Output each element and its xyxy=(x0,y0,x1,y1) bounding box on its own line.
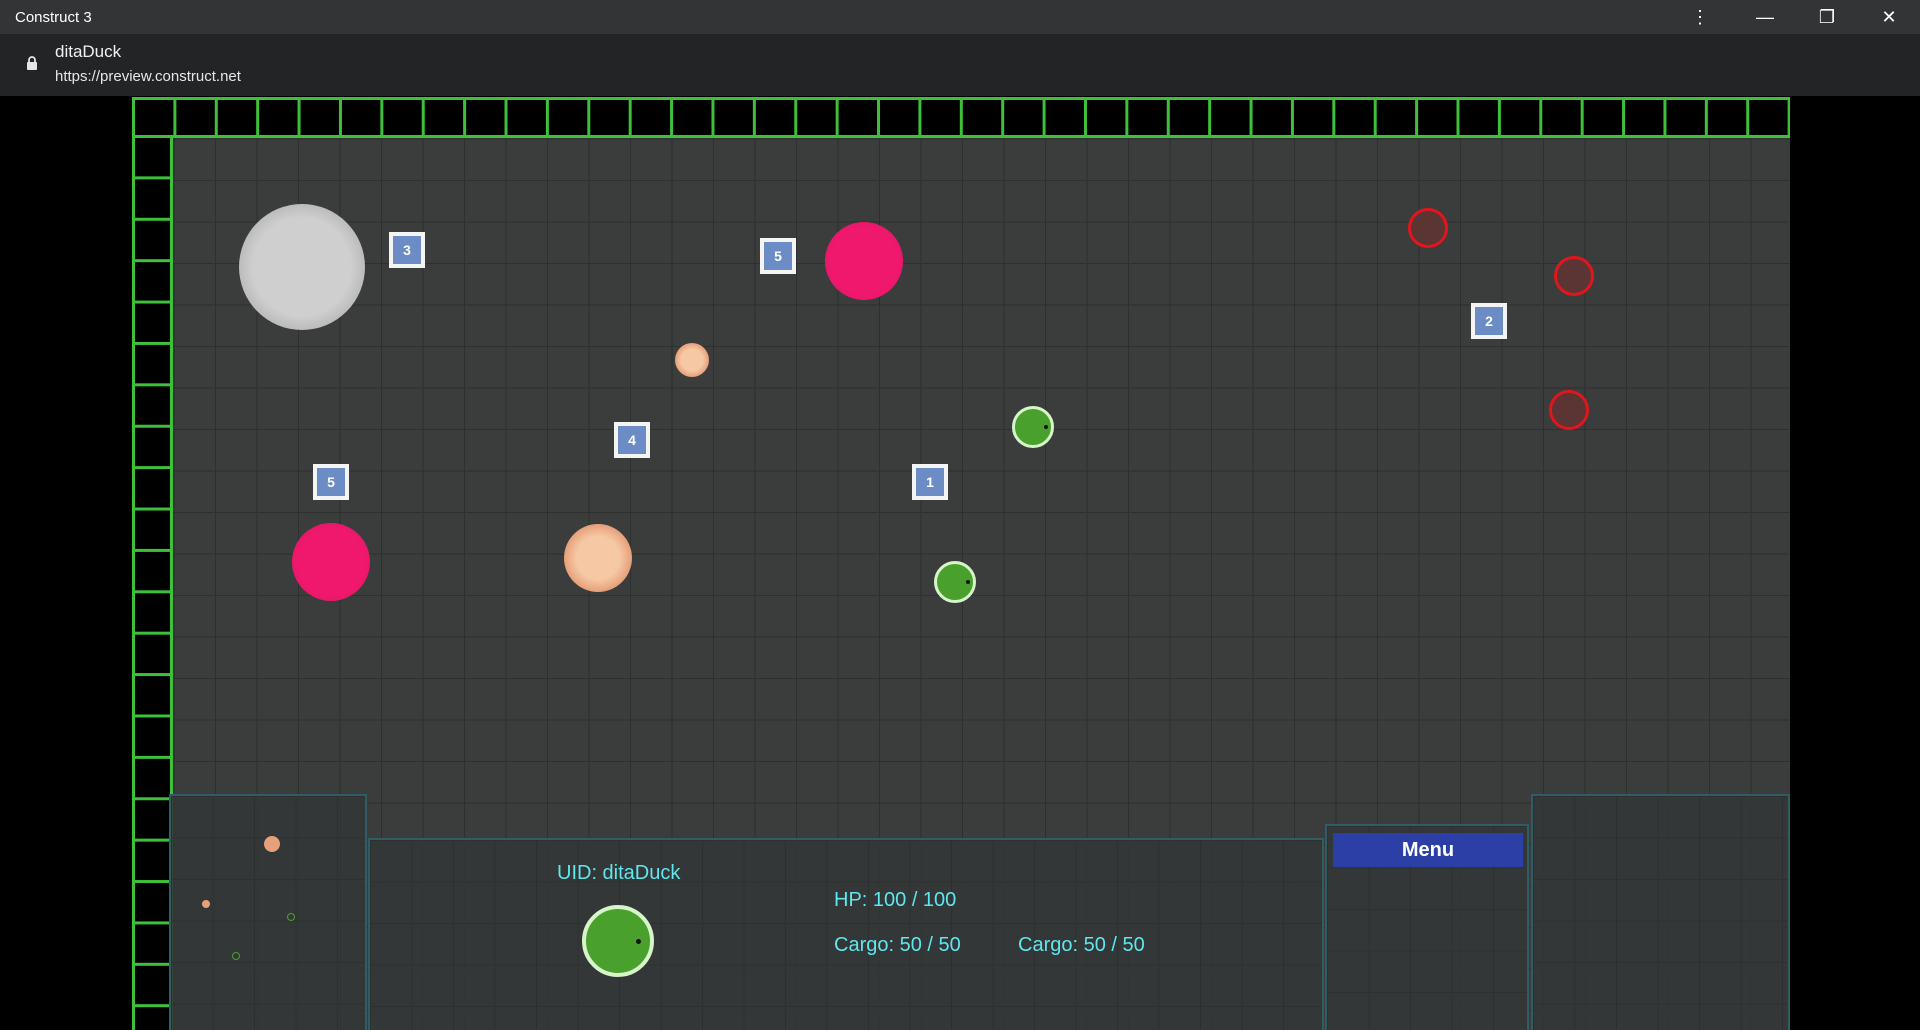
close-icon[interactable]: ✕ xyxy=(1858,0,1920,34)
peach-orb xyxy=(675,343,709,377)
ally-duck[interactable] xyxy=(934,561,976,603)
duck-eye xyxy=(966,580,970,584)
side-panel xyxy=(1531,794,1790,1030)
minimap-peach-dot xyxy=(202,900,210,908)
cargo-label: Cargo: 50 / 50 xyxy=(834,934,961,956)
site-name: ditaDuck xyxy=(55,42,122,61)
player-avatar xyxy=(582,905,654,977)
enemy-unit[interactable] xyxy=(1549,390,1589,430)
menu-button[interactable]: Menu xyxy=(1333,833,1523,867)
game-canvas[interactable]: 3 5 2 4 1 5 UID: ditaDuck HP: 100 / 100 … xyxy=(132,97,1790,1030)
left-wall xyxy=(132,135,173,1030)
lock-icon xyxy=(27,56,37,70)
duck-eye xyxy=(1044,425,1048,429)
minimap-ally-dot xyxy=(232,952,240,960)
numbered-crate[interactable]: 4 xyxy=(614,422,650,458)
numbered-crate[interactable]: 3 xyxy=(389,232,425,268)
numbered-crate[interactable]: 5 xyxy=(760,238,796,274)
address-bar: ditaDuck https://preview.construct.net xyxy=(0,34,1920,96)
top-wall xyxy=(132,97,1790,138)
pink-orb xyxy=(825,222,903,300)
window-controls: ⋮ — ❐ ✕ xyxy=(1680,0,1920,34)
minimize-icon[interactable]: — xyxy=(1734,0,1796,34)
numbered-crate[interactable]: 2 xyxy=(1471,303,1507,339)
numbered-crate[interactable]: 5 xyxy=(313,464,349,500)
restore-icon[interactable]: ❐ xyxy=(1796,0,1858,34)
minimap-ally-dot xyxy=(287,913,295,921)
numbered-crate[interactable]: 1 xyxy=(912,464,948,500)
more-options-icon[interactable]: ⋮ xyxy=(1680,0,1720,34)
window-title: Construct 3 xyxy=(15,8,92,26)
window-titlebar: Construct 3 ⋮ — ❐ ✕ xyxy=(0,0,1920,34)
peach-orb xyxy=(564,524,632,592)
enemy-unit[interactable] xyxy=(1408,208,1448,248)
pink-orb xyxy=(292,523,370,601)
duck-eye xyxy=(636,939,641,944)
ally-duck[interactable] xyxy=(1012,406,1054,448)
site-url[interactable]: https://preview.construct.net xyxy=(55,68,241,85)
uid-label: UID: ditaDuck xyxy=(557,862,681,884)
minimap-panel[interactable] xyxy=(169,794,367,1030)
enemy-unit[interactable] xyxy=(1554,256,1594,296)
minimap-peach-dot xyxy=(264,836,280,852)
hp-label: HP: 100 / 100 xyxy=(834,889,957,911)
gray-orb xyxy=(239,204,365,330)
cargo-label: Cargo: 50 / 50 xyxy=(1018,934,1145,956)
